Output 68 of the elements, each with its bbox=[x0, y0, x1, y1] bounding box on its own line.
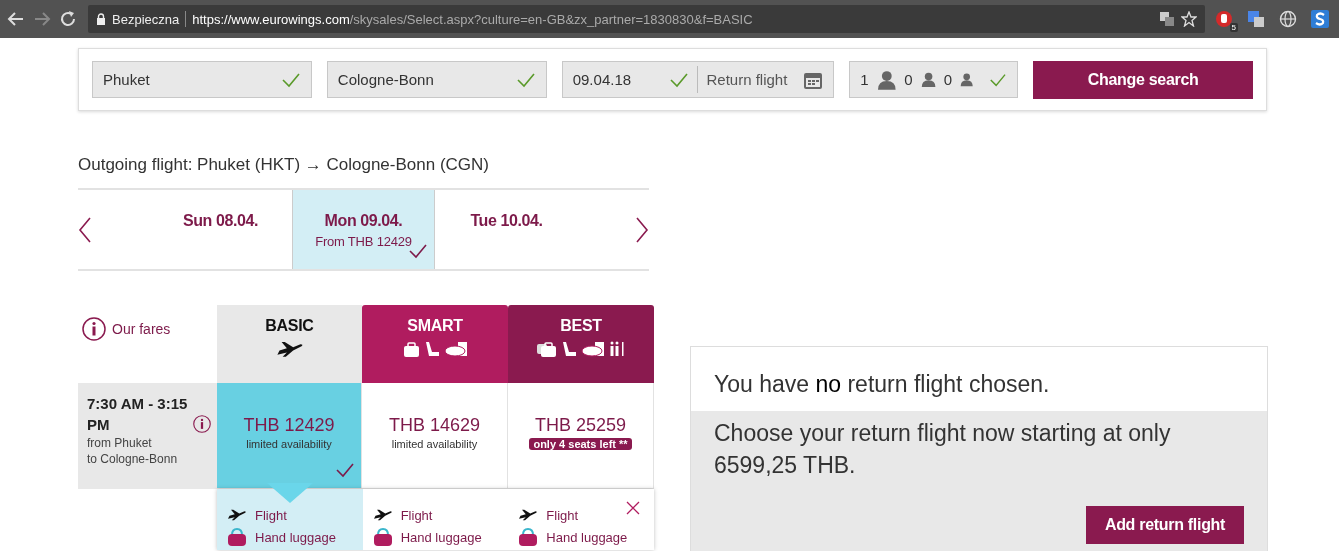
seat-icon bbox=[423, 341, 440, 357]
date-field[interactable]: 09.04.18 Return flight bbox=[561, 61, 835, 98]
meal-icon bbox=[581, 341, 605, 357]
info-icon[interactable] bbox=[193, 415, 211, 433]
check-icon bbox=[280, 71, 301, 88]
person-icon bbox=[960, 72, 974, 87]
fare-header: BASIC bbox=[217, 305, 362, 383]
feature-label: Flight bbox=[546, 507, 579, 523]
check-icon bbox=[515, 71, 536, 88]
handbag-icon bbox=[372, 528, 393, 546]
passengers-field[interactable]: 1 0 0 bbox=[849, 61, 1019, 98]
url-text: https://www.eurowings.com/skysales/Select.aspx?culture=en-GB&zx_partner=1830830&f=BASIC bbox=[192, 11, 753, 27]
seats-left-badge: only 4 seats left ** bbox=[529, 438, 632, 450]
feature-label: Flight bbox=[400, 507, 433, 523]
suitcase-icon bbox=[402, 341, 420, 357]
fare-price-cell[interactable]: THB 25259 only 4 seats left ** bbox=[508, 383, 654, 489]
feature-label: Hand luggage bbox=[255, 529, 336, 545]
route-from: from Phuket bbox=[87, 435, 153, 451]
fare-header: BEST bbox=[508, 305, 654, 383]
plane-icon bbox=[275, 341, 304, 358]
flight-time: 7:30 AM - 3:15 PM bbox=[87, 394, 189, 435]
outgoing-flight-heading: Outgoing flight: Phuket (HKT) → Cologne-Bonn (CGN) bbox=[78, 155, 490, 176]
plane-icon bbox=[227, 509, 247, 521]
destination-field[interactable]: Cologne-Bonn bbox=[326, 61, 547, 98]
person-icon bbox=[920, 71, 936, 88]
lock-icon bbox=[96, 13, 106, 25]
extension-badge: 5 bbox=[1229, 23, 1238, 32]
seat-icon bbox=[561, 341, 577, 357]
translate-icon[interactable] bbox=[1247, 10, 1265, 28]
meal-icon bbox=[443, 341, 468, 357]
date-tab[interactable]: Tue 10.04. bbox=[435, 190, 578, 269]
suitcases-icon bbox=[537, 341, 557, 357]
info-icon[interactable] bbox=[82, 317, 106, 341]
translate-icon[interactable] bbox=[1159, 11, 1175, 27]
availability-note: limited availability bbox=[391, 438, 478, 450]
plane-icon bbox=[372, 509, 393, 521]
check-icon bbox=[335, 462, 355, 478]
fare-price-cell[interactable]: THB 14629 limited availability bbox=[362, 383, 508, 489]
fare-header: SMART bbox=[362, 305, 508, 383]
pointer-icon bbox=[267, 483, 313, 503]
no-return-message: You have no return flight chosen. bbox=[713, 370, 1051, 399]
feature-label: Flight bbox=[255, 507, 287, 523]
people-icon bbox=[609, 341, 625, 357]
origin-field[interactable]: Phuket bbox=[92, 61, 312, 98]
date-tab[interactable]: Sun 08.04. bbox=[149, 190, 292, 269]
route-to: to Cologne-Bonn bbox=[87, 451, 179, 467]
plane-icon bbox=[518, 509, 539, 521]
extension-icon[interactable] bbox=[1311, 10, 1329, 28]
return-offer-text: Choose your return flight now starting at only 6599,25 THB. bbox=[714, 419, 1172, 480]
fare-price-cell[interactable]: THB 12429 limited availability bbox=[217, 383, 362, 489]
star-icon[interactable] bbox=[1181, 11, 1197, 27]
handbag-icon bbox=[518, 528, 539, 546]
feature-label: Hand luggage bbox=[400, 529, 482, 545]
check-icon bbox=[989, 71, 1008, 88]
date-tab[interactable]: Mon 09.04. From THB 12429 bbox=[292, 190, 435, 269]
change-search-button[interactable]: Change search bbox=[1033, 60, 1253, 99]
person-icon bbox=[876, 68, 897, 91]
security-label: Bezpieczna bbox=[112, 11, 180, 27]
availability-note: limited availability bbox=[246, 438, 332, 450]
check-icon bbox=[669, 71, 690, 88]
feature-label: Hand luggage bbox=[546, 529, 628, 545]
reload-icon[interactable] bbox=[58, 9, 78, 29]
stop-sign-icon[interactable] bbox=[1215, 10, 1233, 28]
globe-icon[interactable] bbox=[1279, 10, 1297, 28]
our-fares-link[interactable]: Our fares bbox=[112, 321, 171, 337]
handbag-icon bbox=[227, 528, 247, 546]
address-bar[interactable]: Bezpieczna https://www.eurowings.com/skysales/Select.aspx?culture=en-GB&zx_partner=1830830&f=BASIC bbox=[88, 5, 1205, 33]
add-return-flight-button[interactable]: Add return flight bbox=[1086, 506, 1244, 544]
